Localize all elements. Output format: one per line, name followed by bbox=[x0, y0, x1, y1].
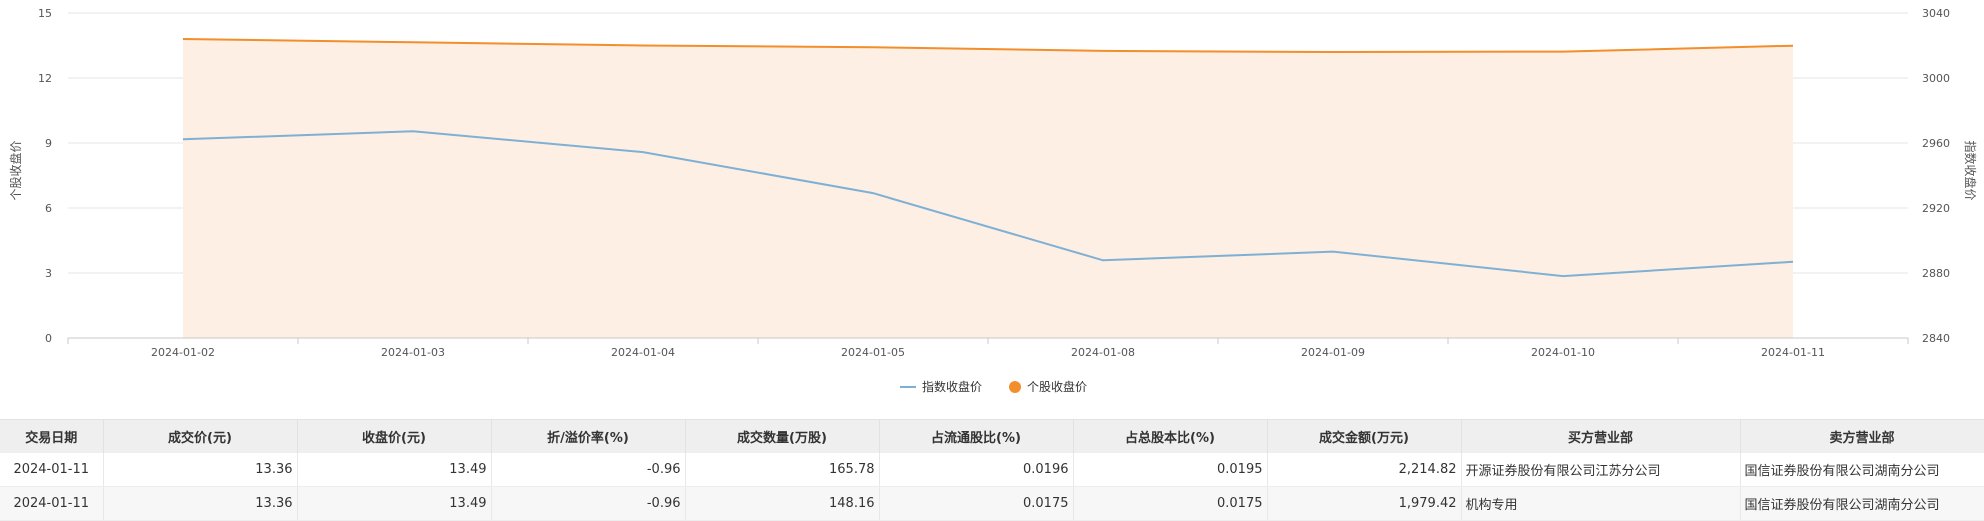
y-left-tick-label: 15 bbox=[38, 7, 52, 20]
cell-trade-price: 13.36 bbox=[103, 486, 298, 521]
y-left-tick-label: 9 bbox=[45, 137, 52, 150]
legend[interactable]: 指数收盘价 个股收盘价 bbox=[900, 379, 1087, 394]
col-header-amount[interactable]: 成交金额(万元) bbox=[1267, 419, 1462, 453]
x-tick-label: 2024-01-08 bbox=[1071, 346, 1135, 359]
table-header-row: 交易日期 成交价(元) 收盘价(元) 折/溢价率(%) 成交数量(万股) 占流通… bbox=[0, 419, 1984, 453]
x-tick-label: 2024-01-05 bbox=[841, 346, 905, 359]
cell-premium-rate: -0.96 bbox=[491, 453, 686, 487]
cell-amount: 2,214.82 bbox=[1267, 453, 1462, 487]
col-header-trade-price[interactable]: 成交价(元) bbox=[103, 419, 298, 453]
x-tick-label: 2024-01-11 bbox=[1761, 346, 1825, 359]
table-row: 2024-01-11 13.36 13.49 -0.96 148.16 0.01… bbox=[0, 486, 1984, 521]
col-header-close-price[interactable]: 收盘价(元) bbox=[297, 419, 492, 453]
x-tick-label: 2024-01-03 bbox=[381, 346, 445, 359]
y-axis-right: 2840 2880 2920 2960 3000 3040 bbox=[1922, 7, 1950, 345]
legend-label-index-close: 指数收盘价 bbox=[922, 379, 982, 394]
cell-seller-branch[interactable]: 国信证券股份有限公司湖南分公司 bbox=[1740, 486, 1984, 521]
cell-volume: 148.16 bbox=[685, 486, 880, 521]
x-tick-label: 2024-01-02 bbox=[151, 346, 215, 359]
cell-total-share-ratio: 0.0175 bbox=[1073, 486, 1268, 521]
legend-label-stock-close: 个股收盘价 bbox=[1027, 379, 1087, 394]
col-header-trade-date[interactable]: 交易日期 bbox=[0, 419, 104, 453]
y-left-tick-label: 0 bbox=[45, 332, 52, 345]
cell-seller-branch[interactable]: 国信证券股份有限公司湖南分公司 bbox=[1740, 453, 1984, 487]
y-right-tick-label: 2960 bbox=[1922, 137, 1950, 150]
x-tick-label: 2024-01-04 bbox=[611, 346, 675, 359]
cell-premium-rate: -0.96 bbox=[491, 486, 686, 521]
y-axis-right-title: 指数收盘价 bbox=[1963, 140, 1978, 200]
y-right-tick-label: 2920 bbox=[1922, 202, 1950, 215]
block-trade-table: 交易日期 成交价(元) 收盘价(元) 折/溢价率(%) 成交数量(万股) 占流通… bbox=[0, 419, 1984, 521]
cell-volume: 165.78 bbox=[685, 453, 880, 487]
cell-trade-date: 2024-01-11 bbox=[0, 486, 104, 521]
col-header-seller-branch[interactable]: 卖方营业部 bbox=[1740, 419, 1984, 453]
cell-trade-date: 2024-01-11 bbox=[0, 453, 104, 487]
legend-item-stock-close[interactable]: 个股收盘价 bbox=[1009, 379, 1087, 394]
y-left-tick-label: 6 bbox=[45, 202, 52, 215]
x-axis: 2024-01-02 2024-01-03 2024-01-04 2024-01-05… bbox=[67, 338, 1909, 359]
col-header-total-share-ratio[interactable]: 占总股本比(%) bbox=[1073, 419, 1268, 453]
y-axis-left-title: 个股收盘价 bbox=[8, 140, 23, 200]
cell-close-price: 13.49 bbox=[297, 486, 492, 521]
col-header-float-share-ratio[interactable]: 占流通股比(%) bbox=[879, 419, 1074, 453]
legend-swatch-stock-close bbox=[1009, 381, 1021, 393]
y-left-tick-label: 12 bbox=[38, 72, 52, 85]
cell-total-share-ratio: 0.0195 bbox=[1073, 453, 1268, 487]
y-left-tick-label: 3 bbox=[45, 267, 52, 280]
legend-item-index-close[interactable]: 指数收盘价 bbox=[900, 379, 982, 394]
cell-close-price: 13.49 bbox=[297, 453, 492, 487]
cell-buyer-branch[interactable]: 开源证券股份有限公司江苏分公司 bbox=[1461, 453, 1741, 487]
y-axis-left: 0 3 6 9 12 15 bbox=[38, 7, 52, 345]
col-header-volume[interactable]: 成交数量(万股) bbox=[685, 419, 880, 453]
cell-amount: 1,979.42 bbox=[1267, 486, 1462, 521]
cell-float-share-ratio: 0.0175 bbox=[879, 486, 1074, 521]
stock-close-area bbox=[183, 39, 1793, 338]
y-right-tick-label: 3000 bbox=[1922, 72, 1950, 85]
cell-buyer-branch[interactable]: 机构专用 bbox=[1461, 486, 1741, 521]
y-right-tick-label: 2880 bbox=[1922, 267, 1950, 280]
x-tick-label: 2024-01-09 bbox=[1301, 346, 1365, 359]
x-tick-label: 2024-01-10 bbox=[1531, 346, 1595, 359]
stock-index-chart: 2024-01-02 2024-01-03 2024-01-04 2024-01-05… bbox=[8, 7, 1978, 394]
col-header-premium-rate[interactable]: 折/溢价率(%) bbox=[491, 419, 686, 453]
cell-trade-price: 13.36 bbox=[103, 453, 298, 487]
y-right-tick-label: 3040 bbox=[1922, 7, 1950, 20]
table-row: 2024-01-11 13.36 13.49 -0.96 165.78 0.01… bbox=[0, 453, 1984, 487]
y-right-tick-label: 2840 bbox=[1922, 332, 1950, 345]
col-header-buyer-branch[interactable]: 买方营业部 bbox=[1461, 419, 1741, 453]
cell-float-share-ratio: 0.0196 bbox=[879, 453, 1074, 487]
